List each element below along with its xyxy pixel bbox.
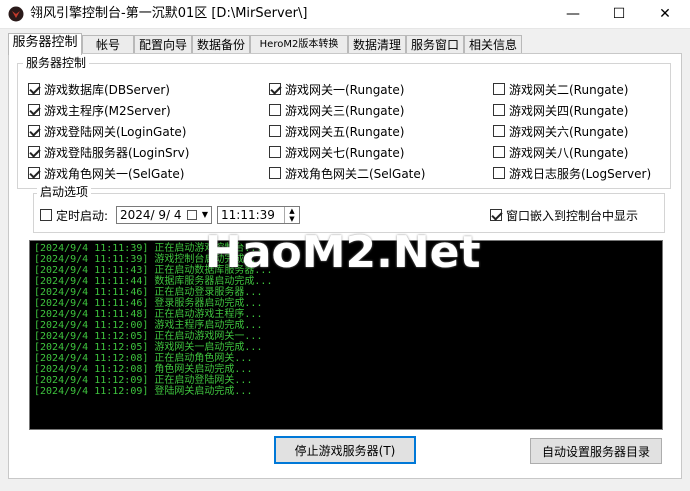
- checkbox-label: 游戏网关四(Rungate): [509, 103, 629, 118]
- checkbox-dbserver[interactable]: 游戏数据库(DBServer): [28, 81, 170, 97]
- checkbox-label: 游戏网关六(Rungate): [509, 124, 629, 139]
- checkbox-box[interactable]: [28, 104, 40, 116]
- tab-server-control[interactable]: 服务器控制: [8, 33, 82, 55]
- log-line: [2024/9/4 11:11:46] 登录服务器启动完成...: [34, 298, 263, 309]
- title-bar[interactable]: 翎风引擎控制台-第一沉默01区 [D:\MirServer\] — ☐ ✕: [0, 0, 690, 29]
- tab-data-backup[interactable]: 数据备份: [192, 35, 250, 53]
- checkbox-loginsrv[interactable]: 游戏登陆服务器(LoginSrv): [28, 144, 189, 160]
- checkbox-rungate-3[interactable]: 游戏网关三(Rungate): [269, 102, 404, 118]
- tab-data-cleanup[interactable]: 数据清理: [348, 35, 406, 53]
- calendar-icon[interactable]: [187, 210, 197, 220]
- embed-window-checkbox[interactable]: 窗口嵌入到控制台中显示: [490, 207, 638, 223]
- log-line: [2024/9/4 11:12:05] 游戏网关一启动完成...: [34, 342, 263, 353]
- checkbox-box[interactable]: [40, 209, 52, 221]
- chevron-down-icon[interactable]: ▼: [202, 211, 208, 219]
- checkbox-box[interactable]: [493, 167, 505, 179]
- checkbox-box[interactable]: [493, 104, 505, 116]
- checkbox-label: 游戏网关一(Rungate): [285, 82, 405, 97]
- timed-start-checkbox[interactable]: 定时启动:: [40, 207, 108, 223]
- checkbox-label: 游戏网关三(Rungate): [285, 103, 405, 118]
- startup-options-legend: 启动选项: [37, 186, 92, 198]
- checkbox-box[interactable]: [28, 146, 40, 158]
- checkbox-label: 游戏主程序(M2Server): [44, 103, 171, 118]
- checkbox-logingate[interactable]: 游戏登陆网关(LoginGate): [28, 123, 186, 139]
- server-control-legend: 服务器控制: [23, 57, 90, 69]
- checkbox-logserver[interactable]: 游戏日志服务(LogServer): [493, 165, 651, 181]
- checkbox-box[interactable]: [493, 146, 505, 158]
- tab-config-wizard[interactable]: 配置向导: [134, 35, 192, 53]
- log-line: [2024/9/4 11:12:00] 游戏主程序启动完成...: [34, 320, 263, 331]
- log-line: [2024/9/4 11:12:09] 登陆网关启动完成...: [34, 386, 253, 397]
- checkbox-box[interactable]: [493, 83, 505, 95]
- time-picker[interactable]: 11:11:39 ▲ ▼: [217, 206, 300, 224]
- checkbox-label: 游戏网关五(Rungate): [285, 124, 405, 139]
- checkbox-rungate-1[interactable]: 游戏网关一(Rungate): [269, 81, 404, 97]
- checkbox-rungate-7[interactable]: 游戏网关七(Rungate): [269, 144, 404, 160]
- checkbox-box[interactable]: [269, 146, 281, 158]
- checkbox-box[interactable]: [493, 125, 505, 137]
- maximize-button[interactable]: ☐: [596, 0, 642, 28]
- spin-up-icon[interactable]: ▲: [284, 207, 299, 215]
- spin-down-icon[interactable]: ▼: [284, 215, 299, 223]
- checkbox-label: 游戏角色网关一(SelGate): [44, 166, 185, 181]
- checkbox-selgate-2[interactable]: 游戏角色网关二(SelGate): [269, 165, 425, 181]
- checkbox-rungate-5[interactable]: 游戏网关五(Rungate): [269, 123, 404, 139]
- checkbox-box[interactable]: [269, 125, 281, 137]
- tab-herom2-convert[interactable]: HeroM2版本转换: [250, 35, 348, 53]
- tab-account[interactable]: 帐号: [82, 35, 134, 53]
- checkbox-box[interactable]: [269, 83, 281, 95]
- app-logo-icon: [8, 6, 24, 22]
- auto-set-dir-button[interactable]: 自动设置服务器目录: [530, 438, 662, 464]
- embed-window-label: 窗口嵌入到控制台中显示: [506, 208, 639, 223]
- checkbox-label: 游戏登陆服务器(LoginSrv): [44, 145, 190, 160]
- checkbox-box[interactable]: [269, 167, 281, 179]
- checkbox-box[interactable]: [28, 125, 40, 137]
- date-value: 2024/ 9/ 4: [120, 208, 182, 222]
- tab-related-info[interactable]: 相关信息: [464, 35, 522, 53]
- checkbox-selgate-1[interactable]: 游戏角色网关一(SelGate): [28, 165, 184, 181]
- watermark-text: HaoM2.Net: [205, 227, 481, 278]
- log-line: [2024/9/4 11:11:48] 正在启动游戏主程序...: [34, 309, 263, 320]
- checkbox-label: 游戏角色网关二(SelGate): [285, 166, 426, 181]
- checkbox-label: 游戏日志服务(LogServer): [509, 166, 652, 181]
- checkbox-rungate-6[interactable]: 游戏网关六(Rungate): [493, 123, 628, 139]
- log-line: [2024/9/4 11:12:09] 正在启动登陆网关...: [34, 375, 253, 386]
- checkbox-label: 游戏网关八(Rungate): [509, 145, 629, 160]
- checkbox-box[interactable]: [269, 104, 281, 116]
- checkbox-rungate-8[interactable]: 游戏网关八(Rungate): [493, 144, 628, 160]
- checkbox-box[interactable]: [28, 83, 40, 95]
- log-line: [2024/9/4 11:12:05] 正在启动游戏网关一...: [34, 331, 263, 342]
- tab-service-window[interactable]: 服务窗口: [406, 35, 464, 53]
- date-picker[interactable]: 2024/ 9/ 4 ▼: [116, 206, 212, 224]
- checkbox-rungate-2[interactable]: 游戏网关二(Rungate): [493, 81, 628, 97]
- log-line: [2024/9/4 11:12:08] 角色网关启动完成...: [34, 364, 253, 375]
- checkbox-label: 游戏网关二(Rungate): [509, 82, 629, 97]
- checkbox-box[interactable]: [490, 209, 502, 221]
- minimize-button[interactable]: —: [550, 0, 596, 28]
- checkbox-box[interactable]: [28, 167, 40, 179]
- checkbox-label: 游戏网关七(Rungate): [285, 145, 405, 160]
- timed-start-label: 定时启动:: [56, 208, 109, 223]
- checkbox-label: 游戏数据库(DBServer): [44, 82, 170, 97]
- checkbox-rungate-4[interactable]: 游戏网关四(Rungate): [493, 102, 628, 118]
- checkbox-label: 游戏登陆网关(LoginGate): [44, 124, 187, 139]
- log-line: [2024/9/4 11:11:46] 正在启动登录服务器...: [34, 287, 263, 298]
- close-button[interactable]: ✕: [642, 0, 688, 28]
- window-title: 翎风引擎控制台-第一沉默01区 [D:\MirServer\]: [30, 6, 308, 21]
- time-value: 11:11:39: [221, 208, 275, 222]
- log-line: [2024/9/4 11:12:08] 正在启动角色网关...: [34, 353, 253, 364]
- checkbox-m2server[interactable]: 游戏主程序(M2Server): [28, 102, 171, 118]
- stop-server-button[interactable]: 停止游戏服务器(T): [274, 436, 416, 464]
